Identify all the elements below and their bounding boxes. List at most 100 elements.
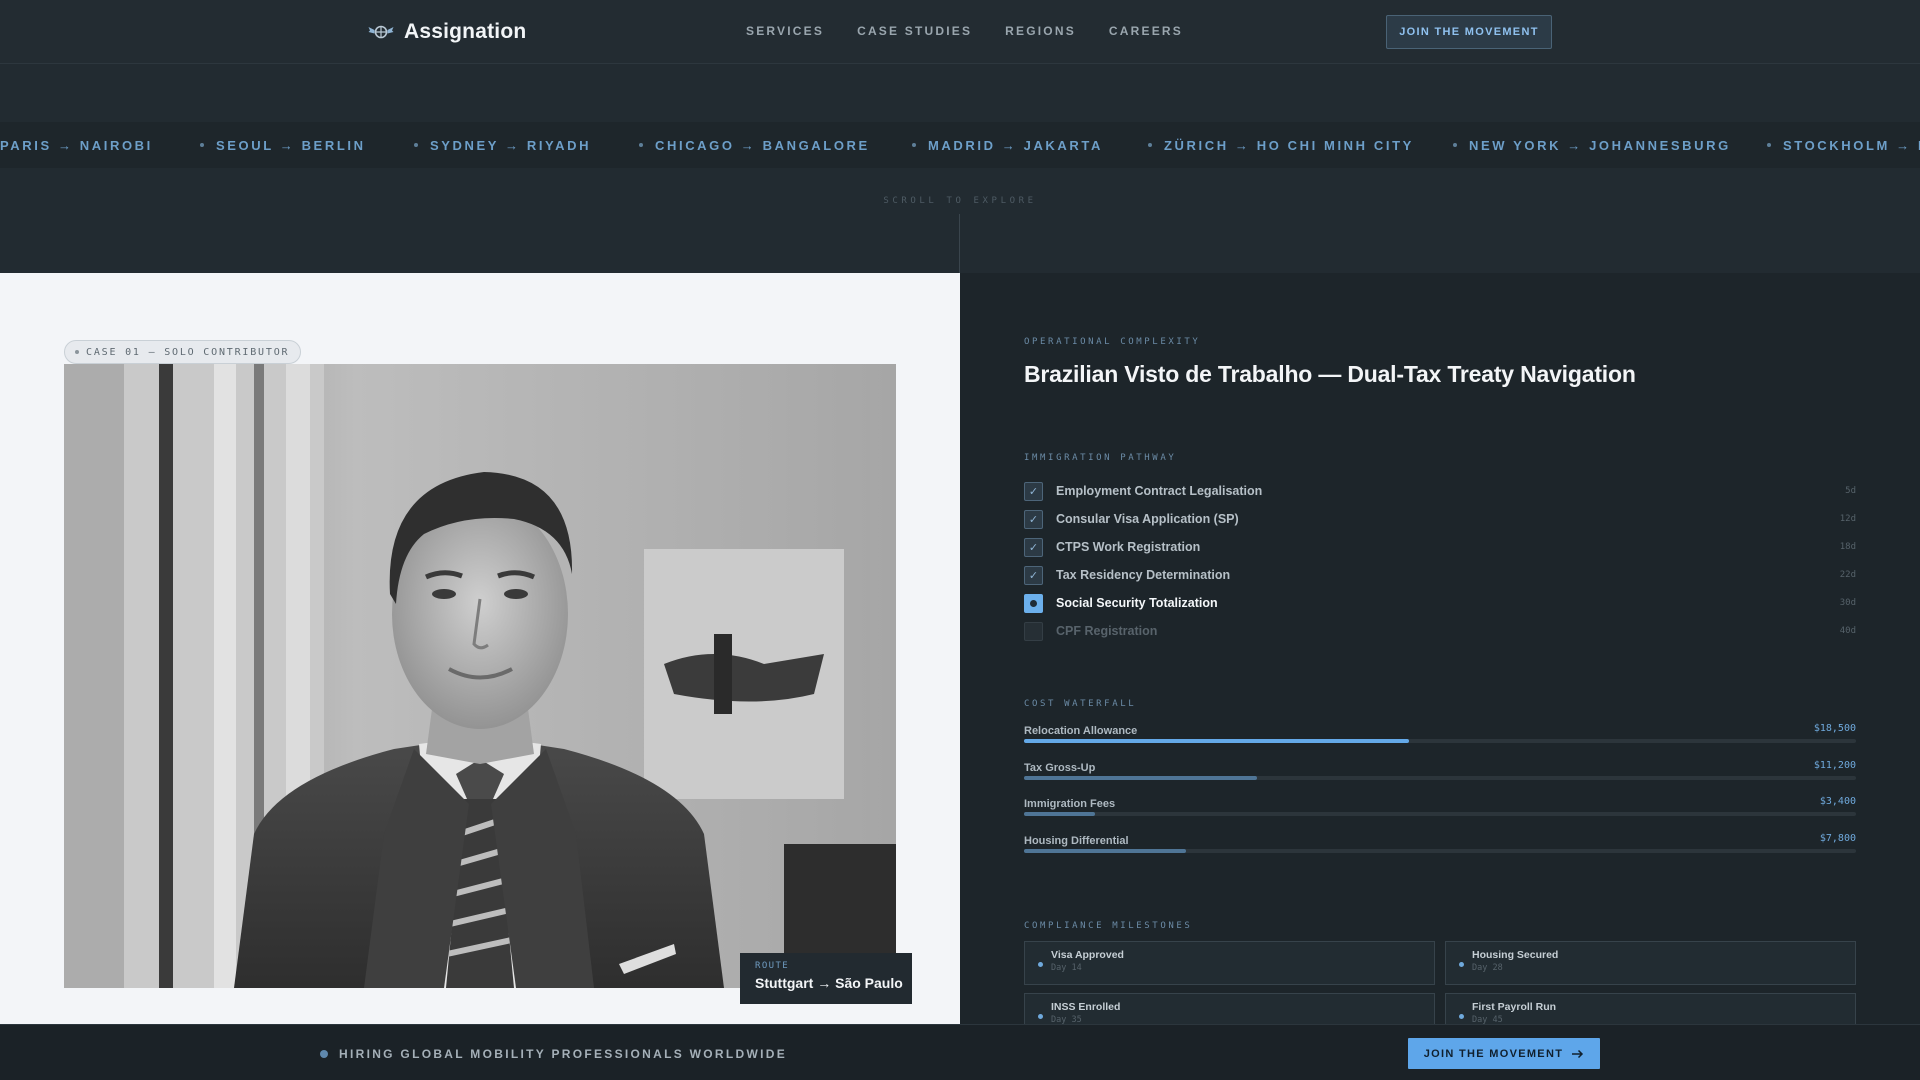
pathway-step: ✓ Tax Residency Determination 22d	[1024, 561, 1856, 589]
ticker-dot	[1767, 143, 1771, 147]
step-label: Social Security Totalization	[1056, 596, 1218, 610]
case-tag: CASE 01 — SOLO CONTRIBUTOR	[64, 340, 302, 364]
cost-bar-fill	[1024, 775, 1257, 780]
milestone-title: Visa Approved	[1051, 949, 1124, 961]
milestone-label: COMPLIANCE MILESTONES	[1024, 921, 1193, 931]
cost-bar-track	[1024, 775, 1856, 780]
nav-link-careers[interactable]: CAREERS	[1109, 24, 1183, 38]
case-title: Brazilian Visto de Trabalho — Dual-Tax T…	[1024, 361, 1636, 387]
ticker-item: SEOUL → BERLIN	[200, 138, 366, 153]
cost-row-label: Immigration Fees	[1024, 798, 1116, 810]
nav-link-case-studies[interactable]: CASE STUDIES	[857, 24, 972, 38]
step-label: CPF Registration	[1056, 624, 1158, 638]
cost-label: COST WATERFALL	[1024, 699, 1137, 709]
ticker-dot	[639, 143, 643, 147]
cost-row-value: $3,400	[1819, 796, 1856, 807]
page: Assignation SERVICES CASE STUDIES REGION…	[0, 0, 1920, 1080]
pathway-step: ✓ Consular Visa Application (SP) 12d	[1024, 505, 1856, 533]
step-days: 18d	[1839, 542, 1856, 552]
ticker-text: MADRID → JAKARTA	[928, 137, 1103, 153]
brand[interactable]: Assignation	[368, 16, 526, 48]
ticker-item: CHICAGO → BANGALORE	[639, 138, 870, 153]
step-days: 30d	[1839, 598, 1856, 608]
step-label: Consular Visa Application (SP)	[1056, 512, 1239, 526]
globe-wings-icon	[368, 25, 394, 39]
pulse-dot-icon	[320, 1050, 328, 1058]
ticker-dot	[912, 143, 916, 147]
step-label: Tax Residency Determination	[1056, 568, 1231, 582]
route-card: ROUTE Stuttgart → São Paulo	[740, 953, 912, 1004]
nav-links: SERVICES CASE STUDIES REGIONS CAREERS	[746, 24, 1216, 38]
footer-cta-label: JOIN THE MOVEMENT	[1423, 1047, 1564, 1060]
milestone-card: Visa Approved Day 14	[1024, 941, 1435, 985]
ticker-item: MADRID → JAKARTA	[912, 138, 1103, 153]
milestone-title: First Payroll Run	[1472, 1001, 1557, 1013]
nav-link-services[interactable]: SERVICES	[746, 24, 824, 38]
status-dot-icon	[1038, 1014, 1043, 1019]
step-days: 22d	[1839, 570, 1856, 580]
ticker-text: SEOUL → BERLIN	[216, 137, 366, 153]
route-label: ROUTE	[755, 961, 790, 971]
step-label: CTPS Work Registration	[1056, 540, 1201, 554]
cost-row-value: $11,200	[1813, 759, 1856, 771]
scroll-indicator-line	[959, 214, 960, 274]
route-value: Stuttgart → São Paulo	[755, 975, 903, 991]
cost-row-label: Tax Gross-Up	[1024, 761, 1096, 774]
ticker-item: NEW YORK → JOHANNESBURG	[1453, 138, 1731, 153]
case-tag-dot	[75, 350, 79, 354]
ticker-text: SYDNEY → RIYADH	[430, 137, 592, 153]
step-label: Employment Contract Legalisation	[1056, 484, 1263, 498]
cost-bar-track	[1024, 848, 1856, 853]
milestone-card: INSS Enrolled Day 35	[1024, 993, 1435, 1025]
arrow-right-icon	[1572, 1049, 1584, 1058]
check-icon: ✓	[1024, 537, 1043, 557]
case-tag-text: CASE 01 — SOLO CONTRIBUTOR	[86, 346, 290, 358]
milestone-day: Day 14	[1051, 963, 1082, 973]
pathway-step: ✓ Employment Contract Legalisation 5d	[1024, 477, 1856, 505]
milestone-card: First Payroll Run Day 45	[1445, 993, 1856, 1025]
ticker-item: SYDNEY → RIYADH	[414, 138, 591, 153]
cost-bar-fill	[1024, 739, 1410, 743]
cost-bar-track	[1024, 739, 1856, 743]
cost-bar-track	[1024, 812, 1856, 816]
milestone-title: Housing Secured	[1472, 949, 1559, 961]
cost-row: Tax Gross-Up $11,200	[1024, 759, 1856, 799]
ticker-text: STOCKHOLM → ME	[1783, 137, 1920, 153]
brand-name: Assignation	[404, 20, 527, 43]
active-dot-icon	[1024, 593, 1043, 613]
status-dot-icon	[1459, 962, 1464, 967]
ticker-item: STOCKHOLM → ME	[1767, 138, 1920, 153]
portrait-photo	[64, 364, 896, 988]
nav-link-regions[interactable]: REGIONS	[1005, 24, 1076, 38]
hiring-text: HIRING GLOBAL MOBILITY PROFESSIONALS WOR…	[339, 1047, 788, 1061]
check-icon: ✓	[1024, 509, 1043, 529]
ticker-text: PARIS → NAIROBI	[0, 137, 153, 153]
join-movement-footer-button[interactable]: JOIN THE MOVEMENT	[1408, 1038, 1600, 1069]
cost-row: Relocation Allowance $18,500	[1024, 723, 1856, 762]
status-dot-icon	[1038, 962, 1043, 967]
check-icon: ✓	[1024, 481, 1043, 501]
status-dot-icon	[1459, 1014, 1464, 1019]
portrait-illustration	[64, 364, 896, 988]
check-icon: ✓	[1024, 565, 1043, 585]
hiring-notice: HIRING GLOBAL MOBILITY PROFESSIONALS WOR…	[320, 1047, 787, 1061]
step-days: 12d	[1839, 514, 1856, 524]
pathway-step-pending: CPF Registration 40d	[1024, 617, 1856, 645]
immigration-pathway-list: ✓ Employment Contract Legalisation 5d ✓ …	[1024, 477, 1856, 645]
case-detail-panel: OPERATIONAL COMPLEXITY Brazilian Visto d…	[960, 273, 1920, 1025]
ticker-dot	[1453, 143, 1457, 147]
top-nav: Assignation SERVICES CASE STUDIES REGION…	[0, 0, 1920, 64]
route-ticker: PARIS → NAIROBI SEOUL → BERLIN SYDNEY → …	[0, 122, 1920, 168]
milestone-day: Day 28	[1472, 963, 1503, 973]
join-movement-button[interactable]: JOIN THE MOVEMENT	[1386, 15, 1552, 49]
cost-row-label: Relocation Allowance	[1024, 725, 1138, 737]
cost-row: Housing Differential $7,800	[1024, 833, 1856, 872]
ticker-dot	[414, 143, 418, 147]
ticker-text: NEW YORK → JOHANNESBURG	[1469, 137, 1731, 153]
milestone-card: Housing Secured Day 28	[1445, 941, 1856, 985]
cost-waterfall: Relocation Allowance $18,500 Tax Gross-U…	[1024, 723, 1856, 872]
step-days: 40d	[1839, 626, 1856, 636]
cost-bar-fill	[1024, 848, 1187, 853]
step-days: 5d	[1845, 486, 1856, 496]
cost-row: Immigration Fees $3,400	[1024, 796, 1856, 835]
